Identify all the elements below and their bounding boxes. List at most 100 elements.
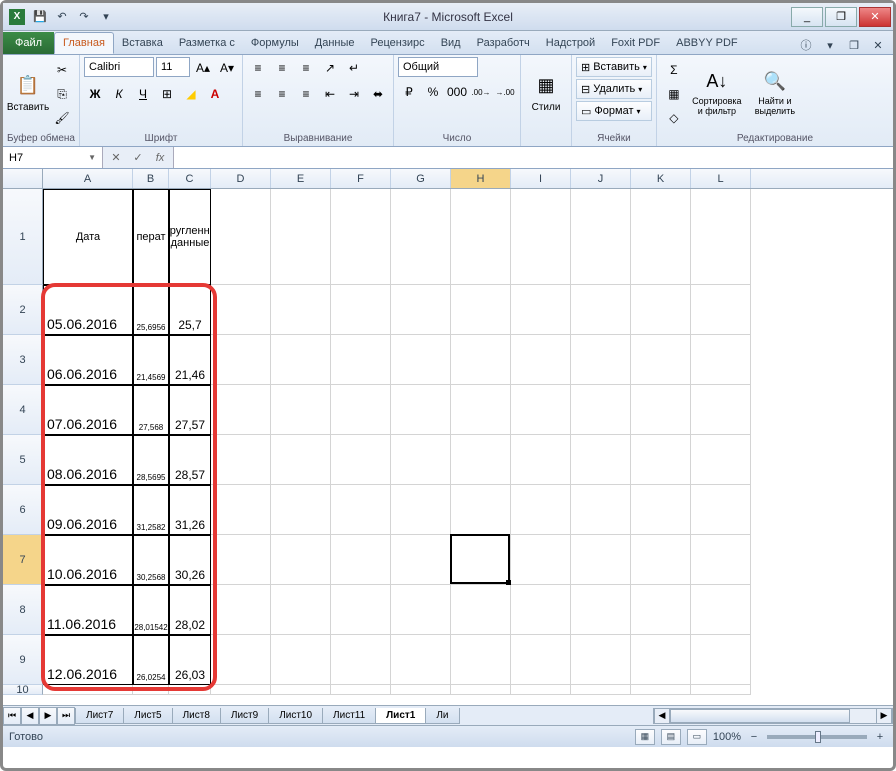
- cell-C2[interactable]: 25,7: [169, 285, 211, 335]
- insert-cells-button[interactable]: ⊞Вставить▾: [576, 57, 652, 77]
- cancel-fx-button[interactable]: ✕: [107, 149, 125, 167]
- cell-F8[interactable]: [331, 585, 391, 635]
- cell-G9[interactable]: [391, 635, 451, 685]
- number-format-select[interactable]: Общий: [398, 57, 478, 77]
- align-left-button[interactable]: ≡: [247, 83, 269, 105]
- cell-C3[interactable]: 21,46: [169, 335, 211, 385]
- undo-button[interactable]: ↶: [53, 8, 71, 26]
- column-header-B[interactable]: B: [133, 169, 169, 188]
- formula-input[interactable]: [173, 147, 893, 168]
- cell-D5[interactable]: [211, 435, 271, 485]
- cell-J7[interactable]: [571, 535, 631, 585]
- cell-F7[interactable]: [331, 535, 391, 585]
- column-header-H[interactable]: H: [451, 169, 511, 188]
- spreadsheet-grid[interactable]: ABCDEFGHIJKL 12345678910 ДатаператОкругл…: [3, 169, 893, 705]
- cell-L7[interactable]: [691, 535, 751, 585]
- sheet-tab-Лист10[interactable]: Лист10: [268, 708, 323, 724]
- minimize-button[interactable]: _: [791, 7, 823, 27]
- save-button[interactable]: 💾: [31, 8, 49, 26]
- cell-H6[interactable]: [451, 485, 511, 535]
- cell-I9[interactable]: [511, 635, 571, 685]
- font-name-select[interactable]: Calibri: [84, 57, 154, 77]
- cell-K8[interactable]: [631, 585, 691, 635]
- cell-H2[interactable]: [451, 285, 511, 335]
- cell-L4[interactable]: [691, 385, 751, 435]
- row-header-2[interactable]: 2: [3, 285, 43, 335]
- cell-C8[interactable]: 28,02: [169, 585, 211, 635]
- bold-button[interactable]: Ж: [84, 83, 106, 105]
- cell-E9[interactable]: [271, 635, 331, 685]
- zoom-slider[interactable]: [767, 735, 867, 739]
- cell-C4[interactable]: 27,57: [169, 385, 211, 435]
- column-header-C[interactable]: C: [169, 169, 211, 188]
- cell-K1[interactable]: [631, 189, 691, 285]
- orientation-button[interactable]: ↗: [319, 57, 341, 79]
- styles-button[interactable]: ▦ Стили: [525, 57, 567, 125]
- cell-L9[interactable]: [691, 635, 751, 685]
- cell-J3[interactable]: [571, 335, 631, 385]
- cell-H4[interactable]: [451, 385, 511, 435]
- row-header-4[interactable]: 4: [3, 385, 43, 435]
- autosum-button[interactable]: Σ: [663, 59, 685, 81]
- column-header-A[interactable]: A: [43, 169, 133, 188]
- zoom-in-button[interactable]: +: [873, 730, 887, 744]
- row-header-1[interactable]: 1: [3, 189, 43, 285]
- sheet-tab-Лист5[interactable]: Лист5: [123, 708, 172, 724]
- tab-разметка с[interactable]: Разметка с: [171, 32, 243, 54]
- ribbon-minimize[interactable]: ▾: [821, 36, 839, 54]
- cell-B5[interactable]: 28,5695: [133, 435, 169, 485]
- cell-C5[interactable]: 28,57: [169, 435, 211, 485]
- merge-button[interactable]: ⬌: [367, 83, 389, 105]
- column-header-G[interactable]: G: [391, 169, 451, 188]
- zoom-out-button[interactable]: −: [747, 730, 761, 744]
- align-middle-button[interactable]: ≡: [271, 57, 293, 79]
- cell-F4[interactable]: [331, 385, 391, 435]
- cell-E3[interactable]: [271, 335, 331, 385]
- cell-L10[interactable]: [691, 685, 751, 695]
- row-header-5[interactable]: 5: [3, 435, 43, 485]
- increase-decimal-button[interactable]: .00→: [470, 81, 492, 103]
- cell-G2[interactable]: [391, 285, 451, 335]
- find-select-button[interactable]: 🔍 Найти и выделить: [747, 57, 803, 125]
- cell-B1[interactable]: перат: [133, 189, 169, 285]
- cell-A1[interactable]: Дата: [43, 189, 133, 285]
- clear-button[interactable]: ◇: [663, 107, 685, 129]
- cell-C10[interactable]: [169, 685, 211, 695]
- cell-H8[interactable]: [451, 585, 511, 635]
- row-header-9[interactable]: 9: [3, 635, 43, 685]
- cell-A3[interactable]: 06.06.2016: [43, 335, 133, 385]
- delete-cells-button[interactable]: ⊟Удалить▾: [576, 79, 652, 99]
- font-color-button[interactable]: A: [204, 83, 226, 105]
- cell-J1[interactable]: [571, 189, 631, 285]
- cell-H7[interactable]: [451, 535, 511, 585]
- cell-D4[interactable]: [211, 385, 271, 435]
- comma-button[interactable]: 000: [446, 81, 468, 103]
- align-bottom-button[interactable]: ≡: [295, 57, 317, 79]
- cell-J4[interactable]: [571, 385, 631, 435]
- page-break-view-button[interactable]: ▭: [687, 729, 707, 745]
- sheet-nav-last[interactable]: ⏭: [57, 707, 75, 725]
- tab-вид[interactable]: Вид: [433, 32, 469, 54]
- cell-K5[interactable]: [631, 435, 691, 485]
- cell-L1[interactable]: [691, 189, 751, 285]
- tab-формулы[interactable]: Формулы: [243, 32, 307, 54]
- cell-J6[interactable]: [571, 485, 631, 535]
- fx-button[interactable]: fx: [151, 149, 169, 167]
- doc-close[interactable]: ✕: [869, 36, 887, 54]
- cell-E5[interactable]: [271, 435, 331, 485]
- cell-E2[interactable]: [271, 285, 331, 335]
- cell-A4[interactable]: 07.06.2016: [43, 385, 133, 435]
- align-right-button[interactable]: ≡: [295, 83, 317, 105]
- name-box[interactable]: H7▼: [3, 147, 103, 168]
- column-header-E[interactable]: E: [271, 169, 331, 188]
- cell-A2[interactable]: 05.06.2016: [43, 285, 133, 335]
- cell-J5[interactable]: [571, 435, 631, 485]
- currency-button[interactable]: ₽: [398, 81, 420, 103]
- cell-I10[interactable]: [511, 685, 571, 695]
- cell-H5[interactable]: [451, 435, 511, 485]
- percent-button[interactable]: %: [422, 81, 444, 103]
- cell-G1[interactable]: [391, 189, 451, 285]
- row-header-6[interactable]: 6: [3, 485, 43, 535]
- enter-fx-button[interactable]: ✓: [129, 149, 147, 167]
- cell-G3[interactable]: [391, 335, 451, 385]
